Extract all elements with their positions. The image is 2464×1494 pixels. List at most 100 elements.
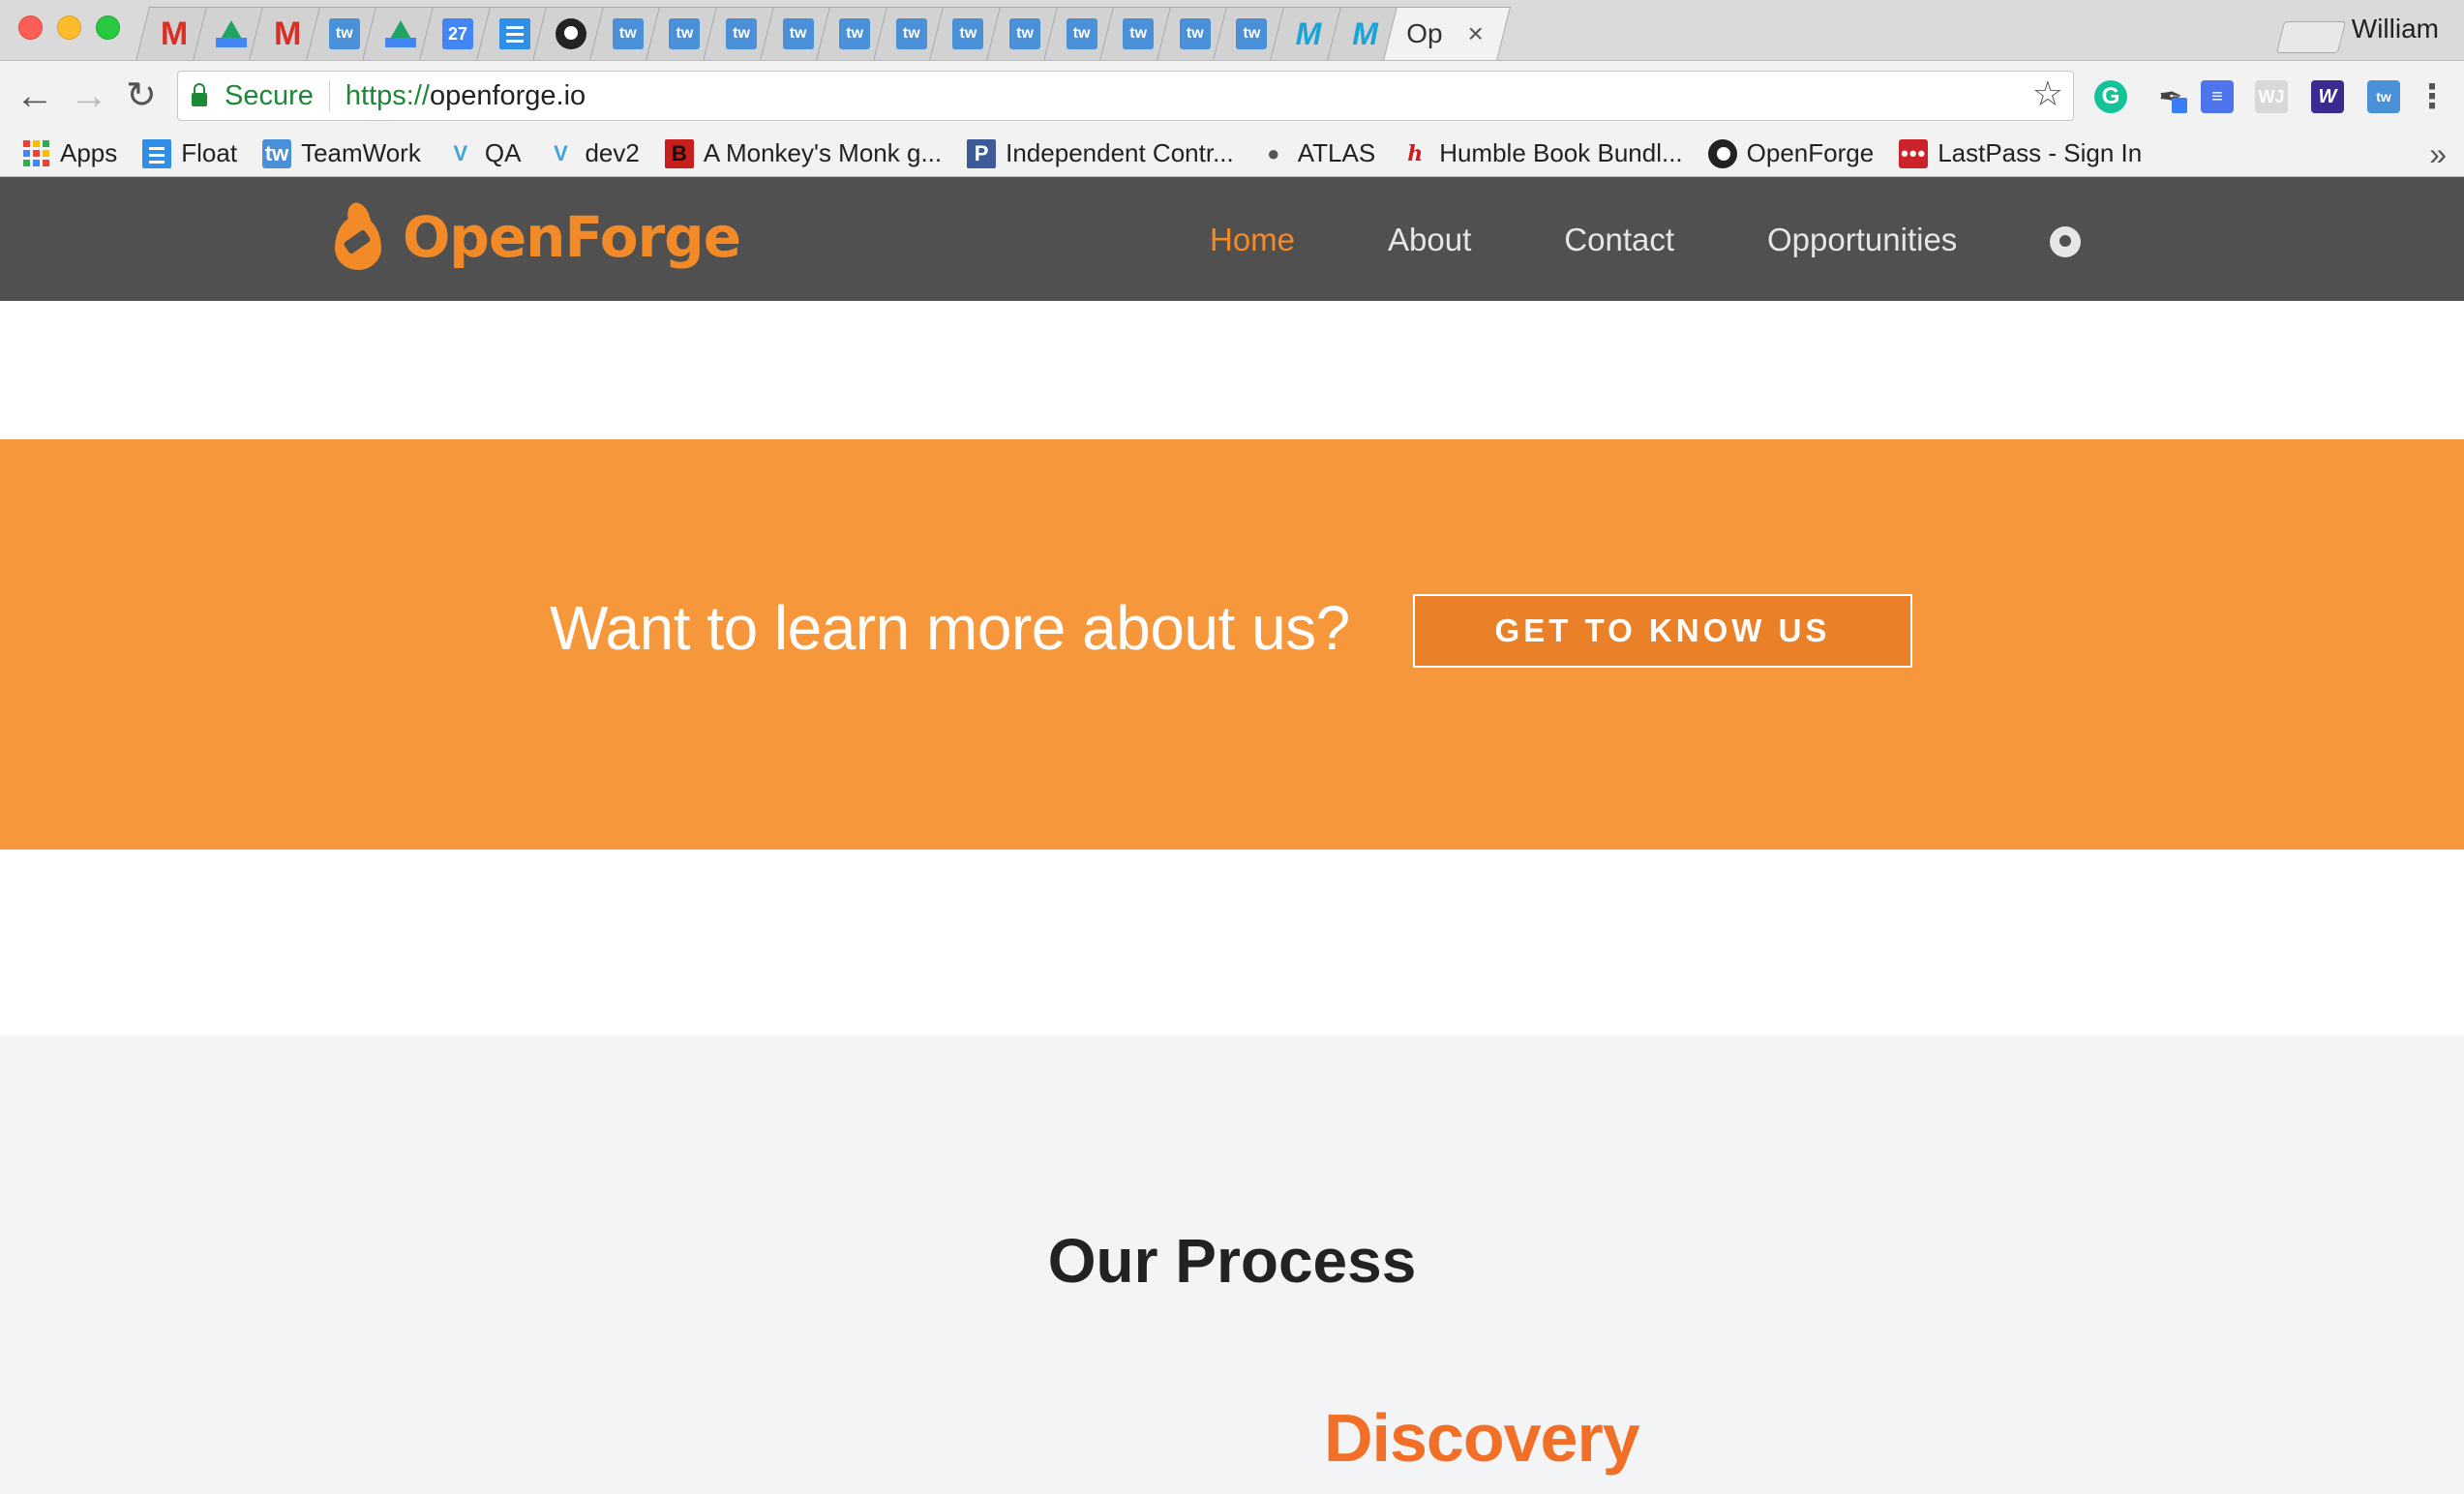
bookmarks-list: Apps Float tw TeamWork V QA Vdev2 B A Monkey's M… bbox=[21, 138, 2167, 168]
bookmark-item[interactable]: Vdev2 bbox=[546, 138, 640, 168]
apple-icon: ● bbox=[1267, 140, 1280, 165]
github-icon bbox=[1707, 138, 1737, 168]
bookmark-item[interactable]: P Independent Contr... bbox=[967, 138, 1234, 168]
b-icon: B bbox=[664, 138, 694, 168]
teamwork-icon: tw bbox=[1236, 18, 1268, 49]
teamwork-extension-icon[interactable]: tw bbox=[2367, 80, 2400, 113]
bookmark-label: dev2 bbox=[585, 138, 640, 167]
bookmark-item[interactable]: Float bbox=[142, 138, 237, 168]
spacer-section bbox=[0, 301, 2464, 439]
teamwork-icon: tw bbox=[669, 18, 701, 49]
process-title: Our Process bbox=[1047, 1226, 1417, 1296]
tab-content[interactable]: O bbox=[370, 7, 428, 60]
tab-content[interactable]: twM bbox=[1051, 7, 1109, 60]
get-to-know-us-button[interactable]: GET TO KNOW US bbox=[1413, 594, 1912, 668]
bookmark-item[interactable]: tw TeamWork bbox=[262, 138, 421, 168]
w-extension-icon[interactable]: W bbox=[2311, 80, 2344, 113]
nav-opportunities[interactable]: Opportunities bbox=[1767, 222, 1957, 258]
window-minimize-button[interactable] bbox=[57, 15, 81, 40]
nav-contact[interactable]: Contact bbox=[1564, 222, 1674, 258]
color-picker-extension-icon[interactable]: ✒ bbox=[2154, 80, 2187, 113]
tab-content[interactable]: twM bbox=[824, 7, 882, 60]
process-step-title: Discovery bbox=[1324, 1400, 1640, 1476]
tab-content[interactable]: 27O bbox=[427, 7, 485, 60]
bookmark-item[interactable]: OpenForge bbox=[1707, 138, 1875, 168]
profile-name[interactable]: William bbox=[2352, 14, 2439, 45]
site-header: OpenForge Home About Contact Opportuniti… bbox=[0, 177, 2464, 301]
tab-content[interactable]: MVo bbox=[1277, 7, 1336, 60]
bars-extension-icon[interactable]: ≡ bbox=[2201, 80, 2234, 113]
browser-toolbar: ← → ↻ Secure https:// openforge.io ☆ G ✒… bbox=[0, 61, 2464, 131]
teamwork-icon: tw bbox=[952, 18, 984, 49]
tab-content[interactable]: Op × bbox=[1391, 7, 1497, 60]
window-close-button[interactable] bbox=[18, 15, 43, 40]
tab-content[interactable]: twM bbox=[994, 7, 1052, 60]
tab-content[interactable]: twA bbox=[314, 7, 372, 60]
url-host: openforge.io bbox=[429, 79, 586, 111]
tab-content[interactable]: twM bbox=[937, 7, 995, 60]
more-bookmarks-icon[interactable]: » bbox=[2429, 136, 2447, 172]
bookmark-label: TeamWork bbox=[301, 138, 421, 167]
tab-content[interactable]: twM bbox=[710, 7, 768, 60]
tab-content[interactable]: MSi bbox=[1335, 7, 1393, 60]
tab-content[interactable]: twM bbox=[767, 7, 826, 60]
teamwork-icon: tw bbox=[839, 18, 871, 49]
teamwork-icon: tw bbox=[1066, 18, 1097, 49]
google-calendar-icon: 27 bbox=[442, 18, 473, 49]
spacer-section-2 bbox=[0, 850, 2464, 1035]
bookmarks-bar: Apps Float tw TeamWork V QA Vdev2 B A Monkey's M… bbox=[0, 131, 2464, 177]
address-bar[interactable]: Secure https:// openforge.io ☆ bbox=[177, 71, 2074, 121]
nav-about[interactable]: About bbox=[1388, 222, 1471, 258]
tab-content[interactable]: N bbox=[540, 7, 598, 60]
bookmark-star-icon[interactable]: ☆ bbox=[2032, 74, 2063, 114]
apps-grid-icon bbox=[21, 139, 50, 168]
tab-content[interactable]: Se bbox=[200, 7, 258, 60]
tab-content[interactable]: twM bbox=[653, 7, 711, 60]
bookmark-label: Independent Contr... bbox=[1006, 138, 1234, 167]
grammarly-extension-icon[interactable]: G bbox=[2094, 80, 2127, 113]
tab-content[interactable]: MLa bbox=[256, 7, 315, 60]
back-arrow-icon[interactable]: ← bbox=[15, 75, 54, 117]
teamwork-icon: tw bbox=[1123, 18, 1155, 49]
bookmark-label: A Monkey's Monk g... bbox=[703, 138, 943, 167]
tab-content[interactable]: twM bbox=[1164, 7, 1222, 60]
omnibox-divider bbox=[328, 80, 330, 111]
tab-content[interactable]: twM bbox=[881, 7, 939, 60]
tab-content[interactable]: S bbox=[484, 7, 542, 60]
teamwork-icon: tw bbox=[1009, 18, 1040, 49]
bookmark-item[interactable]: h Humble Book Bundl... bbox=[1400, 138, 1682, 168]
bookmark-item[interactable]: ••• LastPass - Sign In bbox=[1899, 138, 2142, 168]
reload-icon[interactable]: ↻ bbox=[126, 75, 157, 117]
cta-banner: Want to learn more about us? GET TO KNOW… bbox=[0, 439, 2464, 850]
v-icon: V bbox=[554, 140, 568, 165]
tab-content[interactable]: twM bbox=[1220, 7, 1278, 60]
nav-home[interactable]: Home bbox=[1210, 222, 1295, 258]
teamwork-icon: tw bbox=[782, 18, 814, 49]
bookmark-label: OpenForge bbox=[1746, 138, 1875, 167]
openforge-logo[interactable]: OpenForge bbox=[327, 199, 741, 272]
close-tab-icon[interactable]: × bbox=[1468, 18, 1484, 49]
bookmark-item[interactable]: Apps bbox=[21, 138, 117, 168]
new-tab-button[interactable] bbox=[2275, 21, 2347, 53]
wj-extension-icon[interactable]: WJ bbox=[2255, 80, 2288, 113]
bookmark-item[interactable]: V QA bbox=[446, 138, 522, 168]
logo-text: OpenForge bbox=[403, 204, 741, 270]
tab-content[interactable]: twM bbox=[597, 7, 655, 60]
window-zoom-button[interactable] bbox=[96, 15, 120, 40]
chrome-menu-icon[interactable]: ⋮ bbox=[2416, 78, 2449, 115]
bookmark-label: Float bbox=[181, 138, 238, 167]
github-icon[interactable] bbox=[2050, 226, 2082, 257]
bookmark-item[interactable]: ● ATLAS bbox=[1259, 138, 1375, 168]
forward-arrow-icon[interactable]: → bbox=[70, 75, 108, 117]
lastpass-icon: ••• bbox=[1899, 138, 1929, 168]
bookmark-item[interactable]: B A Monkey's Monk g... bbox=[664, 138, 943, 168]
float-icon bbox=[142, 138, 172, 168]
tab-content[interactable]: MIn bbox=[143, 7, 201, 60]
github-icon bbox=[556, 18, 587, 49]
cta-headline: Want to learn more about us? bbox=[550, 593, 1350, 663]
m-logo-icon: M bbox=[1352, 15, 1378, 51]
teamwork-icon: tw bbox=[328, 18, 360, 49]
teamwork-icon: tw bbox=[612, 18, 644, 49]
tab-content[interactable]: twM bbox=[1107, 7, 1165, 60]
teamwork-icon: tw bbox=[726, 18, 757, 49]
